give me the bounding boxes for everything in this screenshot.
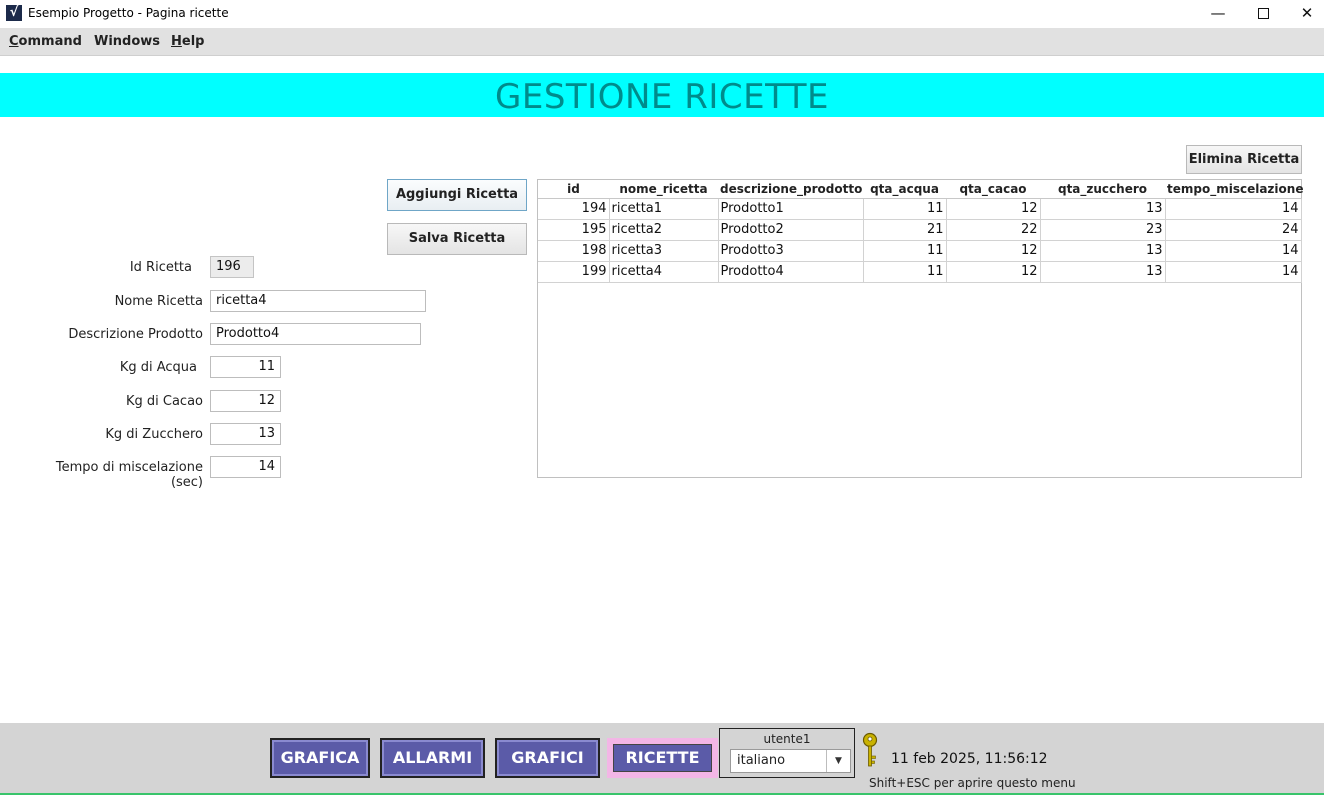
cell-cocoa[interactable]: 12 — [946, 240, 1041, 262]
description-field[interactable]: Prodotto4 — [210, 323, 421, 345]
description-label: Descrizione Prodotto — [68, 327, 203, 342]
column-header-mixing-time[interactable]: tempo_miscelazione — [1165, 180, 1303, 199]
cell-id[interactable]: 199 — [538, 261, 610, 283]
water-field[interactable]: 11 — [210, 356, 281, 378]
column-header-id[interactable]: id — [538, 180, 609, 199]
menu-command[interactable]: Command — [9, 34, 82, 49]
cell-id[interactable]: 195 — [538, 219, 610, 241]
table-header-row: id nome_ricetta descrizione_prodotto qta… — [538, 180, 1303, 199]
name-label: Nome Ricetta — [114, 294, 203, 309]
table-row[interactable]: 199 ricetta4 Prodotto4 11 12 13 14 — [538, 261, 1302, 283]
sugar-field[interactable]: 13 — [210, 423, 281, 445]
column-header-name[interactable]: nome_ricetta — [609, 180, 718, 199]
cell-description[interactable]: Prodotto4 — [718, 261, 864, 283]
title-bar: √ Esempio Progetto - Pagina ricette — ✕ — [0, 0, 1324, 28]
menu-bar: Command Windows Help — [0, 28, 1324, 56]
username-label: utente1 — [763, 732, 811, 746]
column-header-description[interactable]: descrizione_prodotto — [718, 180, 863, 199]
cocoa-field[interactable]: 12 — [210, 390, 281, 412]
header-band: GESTIONE RICETTE — [0, 73, 1324, 117]
cell-name[interactable]: ricetta4 — [609, 261, 719, 283]
id-label: Id Ricetta — [129, 260, 192, 275]
table-row[interactable]: 198 ricetta3 Prodotto3 11 12 13 14 — [538, 240, 1302, 262]
column-header-sugar[interactable]: qta_zucchero — [1040, 180, 1165, 199]
cell-name[interactable]: ricetta3 — [609, 240, 719, 262]
chevron-down-icon[interactable]: ▼ — [826, 750, 850, 772]
key-icon[interactable] — [860, 732, 880, 770]
mixing-time-label: Tempo di miscelazione (sec) — [55, 460, 203, 490]
cell-cocoa[interactable]: 12 — [946, 198, 1041, 220]
cell-water[interactable]: 11 — [863, 261, 947, 283]
cell-description[interactable]: Prodotto1 — [718, 198, 864, 220]
cell-id[interactable]: 198 — [538, 240, 610, 262]
sugar-label: Kg di Zucchero — [105, 427, 203, 442]
cell-mixing-time[interactable]: 14 — [1165, 198, 1302, 220]
water-label: Kg di Acqua — [119, 360, 197, 375]
cell-mixing-time[interactable]: 14 — [1165, 261, 1302, 283]
cell-sugar[interactable]: 13 — [1040, 240, 1166, 262]
language-value: italiano — [737, 753, 786, 768]
cell-description[interactable]: Prodotto3 — [718, 240, 864, 262]
cell-mixing-time[interactable]: 24 — [1165, 219, 1302, 241]
close-icon: ✕ — [1300, 4, 1314, 22]
nav-ricette-button[interactable]: RICETTE — [607, 738, 718, 778]
cell-sugar[interactable]: 23 — [1040, 219, 1166, 241]
menu-hint: Shift+ESC per aprire questo menu — [869, 776, 1076, 790]
id-field: 196 — [210, 256, 254, 278]
nav-grafici-button[interactable]: GRAFICI — [495, 738, 600, 778]
menu-help[interactable]: Help — [171, 34, 204, 49]
nav-allarmi-button[interactable]: ALLARMI — [380, 738, 485, 778]
table-row[interactable]: 194 ricetta1 Prodotto1 11 12 13 14 — [538, 198, 1302, 220]
cocoa-label: Kg di Cacao — [125, 394, 203, 409]
datetime-display: 11 feb 2025, 11:56:12 — [891, 751, 1048, 767]
maximize-icon — [1257, 8, 1269, 19]
app-logo-icon: √ — [6, 5, 22, 21]
maximize-button[interactable] — [1240, 0, 1286, 28]
cell-sugar[interactable]: 13 — [1040, 198, 1166, 220]
language-select[interactable]: italiano ▼ — [730, 749, 851, 773]
user-panel: utente1 italiano ▼ — [719, 728, 855, 778]
table-row[interactable]: 195 ricetta2 Prodotto2 21 22 23 24 — [538, 219, 1302, 241]
minimize-icon: — — [1210, 4, 1226, 22]
cell-id[interactable]: 194 — [538, 198, 610, 220]
column-header-water[interactable]: qta_acqua — [863, 180, 946, 199]
nav-ricette-label: RICETTE — [613, 744, 712, 772]
cell-name[interactable]: ricetta2 — [609, 219, 719, 241]
cell-cocoa[interactable]: 12 — [946, 261, 1041, 283]
cell-cocoa[interactable]: 22 — [946, 219, 1041, 241]
name-field[interactable]: ricetta4 — [210, 290, 426, 312]
recipes-table[interactable]: id nome_ricetta descrizione_prodotto qta… — [537, 179, 1303, 478]
close-button[interactable]: ✕ — [1284, 0, 1324, 28]
nav-grafica-button[interactable]: GRAFICA — [270, 738, 370, 778]
cell-description[interactable]: Prodotto2 — [718, 219, 864, 241]
minimize-button[interactable]: — — [1195, 0, 1241, 28]
add-recipe-button[interactable]: Aggiungi Ricetta — [387, 179, 527, 211]
delete-recipe-button[interactable]: Elimina Ricetta — [1186, 145, 1302, 174]
menu-windows[interactable]: Windows — [94, 34, 160, 49]
cell-water[interactable]: 21 — [863, 219, 947, 241]
cell-sugar[interactable]: 13 — [1040, 261, 1166, 283]
cell-water[interactable]: 11 — [863, 198, 947, 220]
mixing-time-field[interactable]: 14 — [210, 456, 281, 478]
cell-mixing-time[interactable]: 14 — [1165, 240, 1302, 262]
page-title: GESTIONE RICETTE — [495, 77, 829, 117]
cell-name[interactable]: ricetta1 — [609, 198, 719, 220]
save-recipe-button[interactable]: Salva Ricetta — [387, 223, 527, 255]
cell-water[interactable]: 11 — [863, 240, 947, 262]
column-header-cocoa[interactable]: qta_cacao — [946, 180, 1040, 199]
window-title: Esempio Progetto - Pagina ricette — [28, 6, 229, 20]
